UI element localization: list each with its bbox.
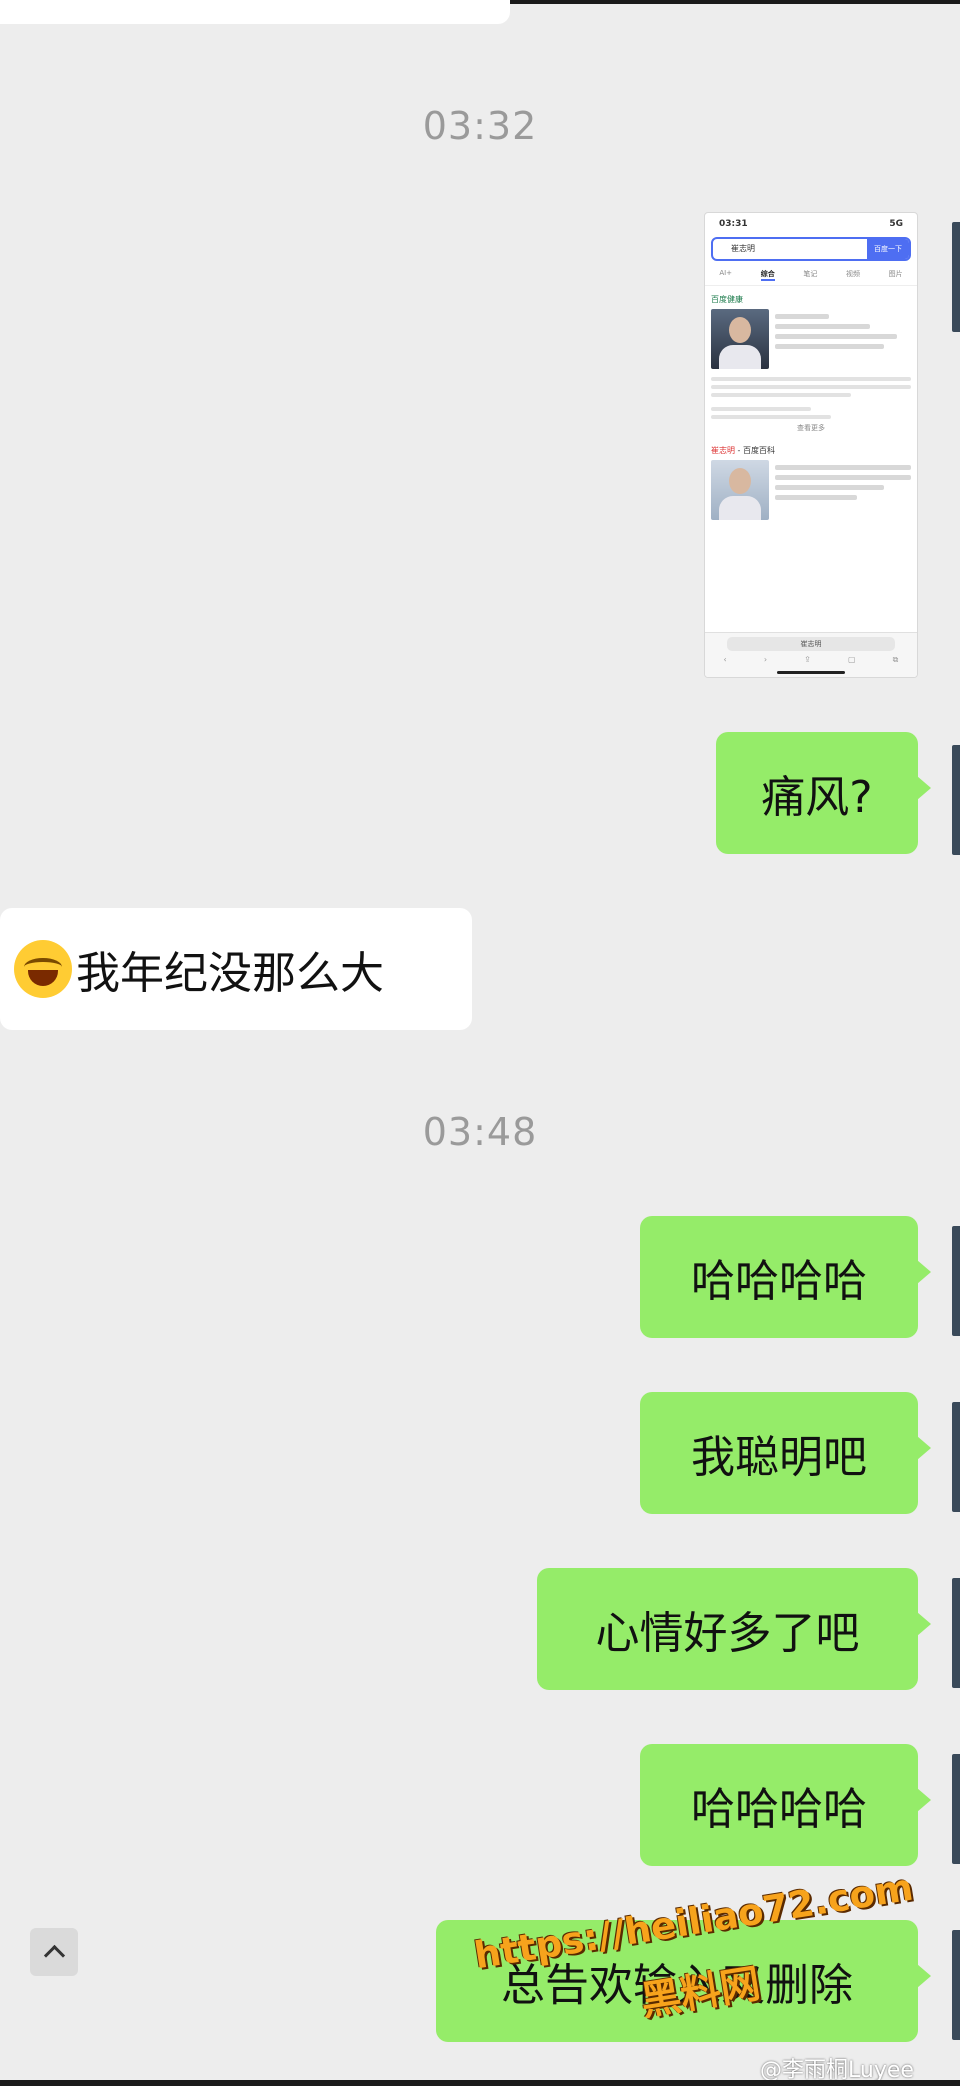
- thumb-browser-toolbar: 崔志明 ‹ › ⇪ ▢ ⧉: [705, 632, 917, 677]
- laughing-tears-emoji-icon: [14, 940, 72, 998]
- thumb-time: 03:31: [719, 219, 748, 229]
- outgoing-message[interactable]: 我聪明吧: [640, 1392, 931, 1514]
- avatar[interactable]: [952, 745, 960, 855]
- thumb-search-query: 崔志明: [731, 244, 755, 253]
- thumb-portrait: [711, 309, 769, 369]
- timestamp: 03:48: [422, 1110, 538, 1154]
- outgoing-message[interactable]: 心情好多了吧: [537, 1568, 931, 1690]
- thumb-status-bar: 03:31 5G: [705, 213, 917, 229]
- shared-screenshot-image[interactable]: 03:31 5G 崔志明 百度一下 AI+ 综合 笔记 视频 图片 百度健康 查…: [704, 212, 918, 678]
- thumb-section-title: 百度健康: [711, 295, 743, 304]
- avatar[interactable]: [952, 1578, 960, 1688]
- avatar[interactable]: [952, 222, 960, 332]
- thumb-baike-card: [711, 460, 911, 520]
- avatar[interactable]: [952, 1226, 960, 1336]
- chevron-up-icon: [43, 1944, 65, 1966]
- outgoing-message[interactable]: 哈哈哈哈: [640, 1744, 931, 1866]
- thumb-paragraph: [711, 377, 911, 419]
- thumb-url-bar: 崔志明: [727, 637, 895, 651]
- timestamp: 03:32: [422, 104, 538, 148]
- incoming-message[interactable]: 我年纪没那么大: [0, 908, 472, 1030]
- avatar[interactable]: [952, 1754, 960, 1864]
- thumb-tab: 笔记: [803, 270, 818, 278]
- previous-message-bubble[interactable]: [0, 0, 510, 24]
- avatar[interactable]: [952, 1402, 960, 1512]
- thumb-tab: 视频: [846, 270, 861, 278]
- thumb-signal: 5G: [889, 219, 903, 229]
- thumb-baike-title: 崔志明 - 百度百科: [711, 446, 775, 455]
- incoming-message-text: 我年纪没那么大: [76, 948, 384, 999]
- outgoing-message[interactable]: 哈哈哈哈: [640, 1216, 931, 1338]
- scroll-to-top-button[interactable]: [30, 1928, 78, 1976]
- thumb-tab: 综合: [760, 269, 775, 281]
- thumb-portrait: [711, 460, 769, 520]
- thumb-tab: AI+: [719, 269, 733, 277]
- thumb-profile-card: [711, 309, 911, 369]
- bottom-edge: [0, 2080, 960, 2086]
- avatar[interactable]: [952, 1930, 960, 2040]
- outgoing-message[interactable]: 痛风?: [716, 732, 931, 854]
- thumb-more-link: 查看更多: [797, 424, 825, 432]
- thumb-tab: 图片: [888, 270, 903, 278]
- thumb-search-box: 崔志明 百度一下: [711, 237, 911, 261]
- thumb-search-button: 百度一下: [867, 239, 909, 259]
- thumb-tabs: AI+ 综合 笔记 视频 图片: [705, 269, 917, 286]
